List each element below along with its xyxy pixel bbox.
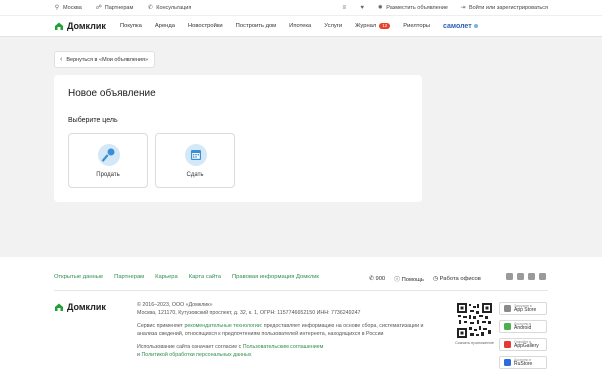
samolet-text: самолет [443,22,472,30]
footer-link-career[interactable]: Карьера [155,274,178,280]
ok-icon[interactable] [539,273,546,280]
nav-link-buy[interactable]: Покупка [120,23,142,29]
journal-badge: 12 [379,23,391,29]
footer-offices[interactable]: ◷ Работа офисов [433,276,481,282]
option-rent[interactable]: Сдать [155,133,235,188]
house-logo-icon [55,22,63,30]
help-icon: ⓘ [394,277,402,283]
chevron-left-icon: ‹ [60,56,63,63]
footer-link-legal[interactable]: Правовая информация Домклик [232,274,319,280]
service-text-1: Сервис применяет [137,323,183,329]
post-ad-link[interactable]: ✹ Разместить объявление [377,5,448,11]
youtube-icon[interactable] [528,273,535,280]
agreement-notice: Использование сайта означает согласие с … [137,343,437,359]
main-content: ‹ Вернуться в «Мои объявления» Новое объ… [0,37,602,257]
partners-label: Партнерам [104,4,134,11]
back-button-label: Вернуться в «Мои объявления» [66,56,149,63]
store-name: App Store [514,307,537,313]
user-agreement-link[interactable]: Пользовательским соглашением [243,344,324,350]
footer-legal-text: © 2016–2023, ООО «Домклик» Москва, 12117… [137,301,437,359]
nav-link-realtors[interactable]: Риелторы [403,23,430,29]
clock-icon: ◷ [432,275,440,282]
app-store-badges: Загрузите в App Store Доступно в Android О… [499,302,547,369]
login-label: Войти или зарегистрироваться [468,4,548,11]
store-name: Android [514,325,532,331]
telegram-icon[interactable] [506,273,513,280]
footer-phone[interactable]: ✆ 900 [369,276,385,282]
login-icon: ⇥ [460,4,466,11]
vk-icon[interactable] [517,273,524,280]
samolet-dot-icon [473,24,478,28]
logo-text: Домклик [67,21,106,31]
phone-icon: ✆ [147,4,153,11]
key-icon [98,144,120,166]
post-ad-label: Разместить объявление [386,4,448,11]
apple-icon [504,305,511,312]
offices-label: Работа офисов [439,275,481,282]
top-utility-bar: ⚲ Москва ☍ Партнерам ✆ Консультация ≡ ♥ … [0,0,602,15]
agree-and: и [137,352,140,358]
footer-logo-text: Домклик [67,302,106,312]
copyright: © 2016–2023, ООО «Домклик» [137,302,213,308]
footer-contacts: ✆ 900 ⓘ Помощь ◷ Работа офисов [369,274,481,284]
main-nav: Домклик Покупка Аренда Новостройки Постр… [0,15,602,37]
rustore-badge[interactable]: Доступно в RuStore [499,356,547,369]
logo[interactable]: Домклик [54,21,106,31]
partners-link[interactable]: ☍ Партнерам [96,5,133,11]
store-name: RuStore [514,361,533,367]
city-selector[interactable]: ⚲ Москва [54,5,82,11]
new-ad-card: Новое объявление Выберите цель Продать С… [54,75,422,202]
nav-link-journal[interactable]: Журнал 12 [355,23,391,29]
calendar-icon [185,144,207,166]
service-notice: Сервис применяет рекомендательные технол… [137,322,437,338]
privacy-policy-link[interactable]: Политикой обработки персональных данных [141,352,251,358]
footer-logo[interactable]: Домклик [54,302,106,312]
rustore-icon [504,359,511,366]
footer-help[interactable]: ⓘ Помощь [394,274,424,283]
nav-link-build-house[interactable]: Построить дом [236,23,277,29]
nav-link-mortgage[interactable]: Ипотека [289,23,311,29]
consultation-link[interactable]: ✆ Консультация [147,4,192,11]
footer-link-sitemap[interactable]: Карта сайта [189,274,221,280]
login-link[interactable]: ⇥ Войти или зарегистрироваться [460,5,548,11]
agree-text: Использование сайта означает согласие с [137,344,242,350]
qr-caption: Скачать приложение [455,340,494,345]
android-badge[interactable]: Доступно в Android [499,320,547,333]
qr-code [457,303,492,338]
footer-link-open-data[interactable]: Открытые данные [54,274,103,280]
help-label: Помощь [401,277,424,283]
nav-link-new-buildings[interactable]: Новостройки [188,23,223,29]
page-title: Новое объявление [68,88,156,99]
option-sell-label: Продать [96,172,120,178]
appgallery-icon [504,341,511,348]
app-store-badge[interactable]: Загрузите в App Store [499,302,547,315]
compare-icon[interactable]: ≡ [341,5,347,11]
footer-divider [54,290,548,291]
location-pin-icon: ⚲ [54,4,60,11]
nav-link-services[interactable]: Услуги [324,23,342,29]
phone-number: 900 [375,275,386,282]
company-address: Москва, 121170, Кутузовский проспект, д.… [137,310,361,316]
option-rent-label: Сдать [186,172,204,178]
heart-icon[interactable]: ♥ [359,5,365,11]
consultation-label: Консультация [156,4,192,11]
journal-label: Журнал [355,23,377,29]
handshake-icon: ☍ [95,4,102,11]
samolet-logo[interactable]: самолет [443,23,478,30]
footer-link-partners[interactable]: Партнерам [114,274,144,280]
city-label: Москва [63,4,82,11]
nav-link-rent[interactable]: Аренда [155,23,175,29]
footer-links: Открытые данные Партнерам Карьера Карта … [54,274,319,280]
gear-icon: ✹ [377,4,383,11]
option-sell[interactable]: Продать [68,133,148,188]
back-button[interactable]: ‹ Вернуться в «Мои объявления» [54,51,156,68]
house-logo-icon [55,303,63,311]
android-icon [504,323,511,330]
store-name: AppGallery [514,343,539,349]
social-links [506,273,546,280]
appgallery-badge[interactable]: Откройте в AppGallery [499,338,547,351]
goal-heading: Выберите цель [68,117,118,124]
recommendation-tech-link[interactable]: рекомендательные технологии [184,323,260,329]
